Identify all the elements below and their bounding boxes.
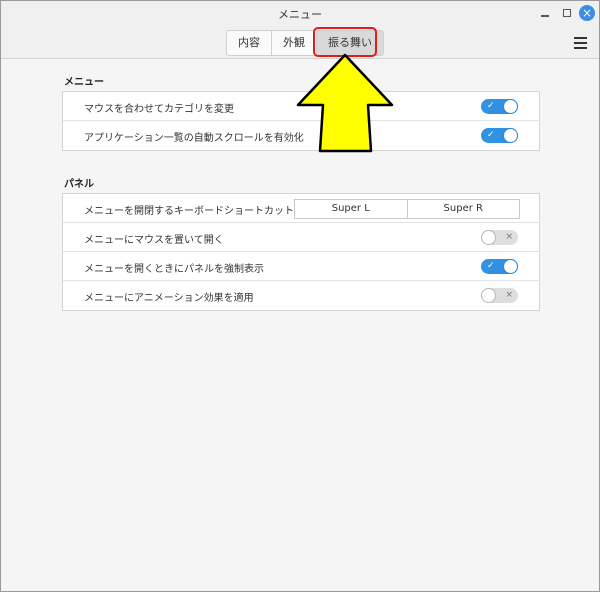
app-window: メニュー × 内容 外観 振る舞い メニュー マウスを合わせてカテゴリを変更 ✓ (0, 0, 600, 592)
annotation-arrow-icon (296, 53, 394, 153)
